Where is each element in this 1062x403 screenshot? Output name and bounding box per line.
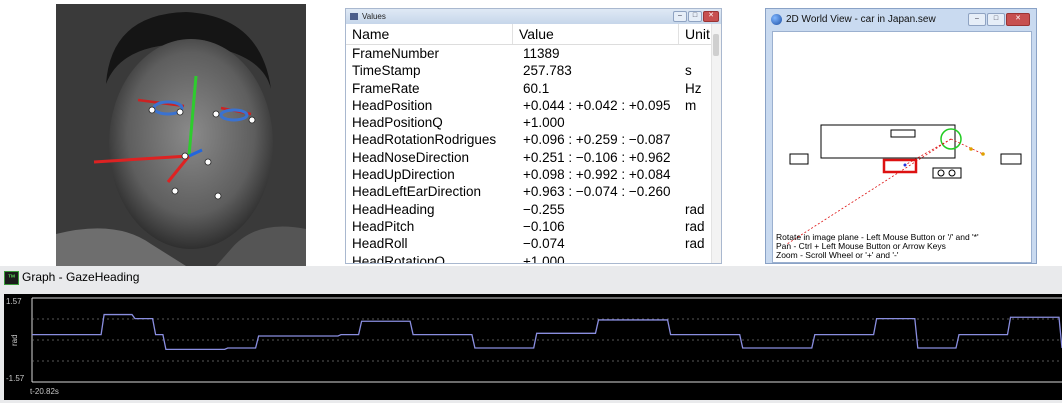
cell-value: 257.783	[523, 63, 572, 79]
cell-unit: rad	[685, 236, 705, 252]
cell-name: HeadPosition	[352, 97, 433, 113]
table-row[interactable]: FrameNumber 11389	[346, 45, 713, 62]
cell-value: −0.106	[523, 218, 565, 234]
cell-name: HeadRoll	[352, 236, 408, 252]
cell-value: +0.251 : −0.106 : +0.962	[523, 149, 671, 165]
cell-unit: s	[685, 63, 692, 79]
cell-value: +0.098 : +0.992 : +0.084	[523, 167, 671, 183]
table-row[interactable]: HeadLeftEarDirection +0.963 : −0.074 : −0…	[346, 183, 713, 200]
y-max-label: 1.57	[6, 297, 22, 306]
cell-name: FrameRate	[352, 80, 420, 96]
maximize-button[interactable]: □	[688, 11, 702, 22]
cell-name: FrameNumber	[352, 46, 440, 61]
column-header-unit[interactable]: Unit	[679, 24, 713, 44]
cell-value: +0.963 : −0.074 : −0.260	[523, 184, 671, 200]
cell-value: 60.1	[523, 80, 550, 96]
cell-name: HeadLeftEarDirection	[352, 184, 482, 200]
cell-name: HeadHeading	[352, 201, 435, 217]
values-title: Values	[362, 12, 386, 21]
cell-name: HeadUpDirection	[352, 167, 455, 183]
cell-name: TimeStamp	[352, 63, 421, 79]
cell-value: −0.255	[523, 201, 565, 217]
cell-value: +0.096 : +0.259 : −0.087	[523, 132, 671, 148]
values-title-bar: Values – □ ✕	[346, 9, 721, 24]
cell-value: −0.074	[523, 236, 565, 252]
window-app-icon	[350, 13, 358, 20]
graph-plot[interactable]: 1.57 -1.57 rad t-20.82s	[4, 294, 1062, 400]
minimize-button[interactable]: –	[673, 11, 687, 22]
world-view-window: 2D World View - car in Japan.sew – □ ✕ R	[765, 8, 1037, 264]
vertical-scrollbar[interactable]	[711, 24, 721, 263]
world-view-title: 2D World View - car in Japan.sew	[786, 14, 936, 25]
close-button[interactable]: ✕	[1006, 13, 1030, 26]
values-table-header: Name Value Unit	[346, 24, 713, 45]
cell-unit	[679, 149, 713, 166]
world-scene	[786, 124, 1022, 245]
table-row[interactable]: HeadHeading −0.255 rad	[346, 201, 713, 218]
globe-icon	[771, 14, 782, 25]
face-camera-view	[56, 4, 306, 266]
cell-value: +0.044 : +0.042 : +0.095	[523, 97, 671, 113]
cell-name: HeadRotationQ	[352, 253, 446, 264]
cell-unit	[679, 166, 713, 183]
table-row[interactable]: HeadPosition +0.044 : +0.042 : +0.095 m	[346, 97, 713, 114]
cell-unit	[679, 253, 713, 263]
graph-icon: ™	[4, 271, 19, 285]
table-row[interactable]: TimeStamp 257.783 s	[346, 62, 713, 79]
cell-name: HeadRotationRodrigues	[352, 132, 497, 148]
table-row[interactable]: HeadRotationRodrigues +0.096 : +0.259 : −…	[346, 131, 713, 148]
table-row[interactable]: HeadRotationQ +1.000	[346, 253, 713, 264]
cell-unit	[679, 114, 713, 131]
graph-canvas	[31, 297, 1062, 383]
table-row[interactable]: HeadUpDirection +0.098 : +0.992 : +0.084	[346, 166, 713, 183]
face-tracking-overlay	[56, 4, 306, 266]
cell-name: HeadPitch	[352, 218, 415, 234]
table-row[interactable]: HeadPositionQ +1.000	[346, 114, 713, 131]
gaze-ray	[786, 138, 952, 245]
gaze-heading-series	[32, 313, 1062, 351]
cell-unit	[679, 183, 713, 200]
table-row[interactable]: HeadRoll −0.074 rad	[346, 235, 713, 252]
graph-title: Graph - GazeHeading	[22, 270, 140, 284]
column-header-name[interactable]: Name	[346, 24, 513, 44]
table-row[interactable]: HeadNoseDirection +0.251 : −0.106 : +0.96…	[346, 149, 713, 166]
left-mirror	[789, 153, 809, 165]
cell-value: 11389	[523, 46, 560, 61]
cell-unit: rad	[685, 201, 705, 217]
car-body-outline	[820, 124, 956, 159]
instrument-cluster	[932, 167, 962, 179]
rear-view-mirror	[890, 129, 916, 138]
y-min-label: -1.57	[6, 374, 25, 383]
cell-value: +1.000	[523, 115, 565, 131]
cell-value: +1.000	[523, 253, 565, 264]
right-mirror	[1000, 153, 1022, 165]
scrollbar-thumb[interactable]	[713, 34, 719, 56]
values-table-body: FrameNumber 11389 TimeStamp 257.783 s FrameRa…	[346, 45, 713, 264]
cell-name: HeadNoseDirection	[352, 149, 470, 165]
world-canvas[interactable]: Rotate in image plane - Left Mouse Butto…	[772, 31, 1032, 263]
maximize-button[interactable]: □	[987, 13, 1005, 26]
cell-unit: Hz	[685, 80, 702, 96]
cell-unit: m	[685, 97, 697, 113]
cell-unit	[679, 45, 713, 62]
column-header-value[interactable]: Value	[513, 24, 679, 44]
graph-title-bar: ™ Graph - GazeHeading	[0, 266, 1062, 288]
world-view-help: Rotate in image plane - Left Mouse Butto…	[776, 232, 979, 260]
table-row[interactable]: HeadPitch −0.106 rad	[346, 218, 713, 235]
table-row[interactable]: FrameRate 60.1 Hz	[346, 80, 713, 97]
graph-window: ™ Graph - GazeHeading 1.57 -1.57 rad t-2…	[0, 266, 1062, 403]
cell-name: HeadPositionQ	[352, 115, 443, 131]
minimize-button[interactable]: –	[968, 13, 986, 26]
cell-unit: rad	[685, 218, 705, 234]
values-window: Values – □ ✕ Name Value Unit FrameNumber…	[345, 8, 722, 264]
time-offset-label: t-20.82s	[30, 387, 59, 396]
y-unit-label: rad	[10, 334, 19, 346]
world-view-title-bar: 2D World View - car in Japan.sew – □ ✕	[766, 9, 1036, 31]
cell-unit	[679, 131, 713, 148]
close-button[interactable]: ✕	[703, 11, 719, 22]
